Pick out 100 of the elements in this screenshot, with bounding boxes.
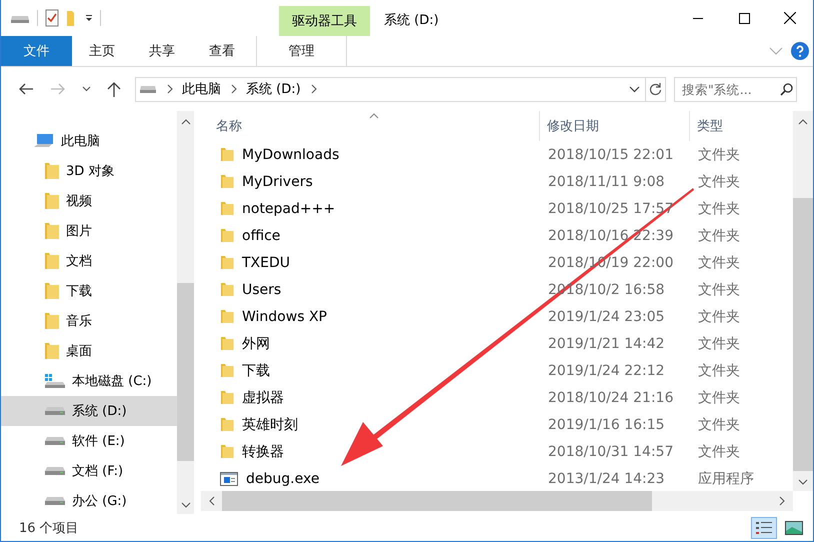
windows-drive-icon xyxy=(44,373,66,389)
ribbon-tab[interactable]: 文件 xyxy=(1,36,72,66)
modified-date: 2019/1/21 14:42 xyxy=(547,336,666,352)
sidebar-item[interactable]: 音乐 xyxy=(1,306,177,336)
file-name[interactable]: notepad+++ xyxy=(242,200,336,216)
file-name[interactable]: 外网 xyxy=(242,334,270,352)
scrollbar[interactable] xyxy=(793,111,813,491)
sidebar-item[interactable]: 办公 (G:) xyxy=(1,486,177,516)
file-name[interactable]: office xyxy=(242,228,280,244)
chevron-icon[interactable] xyxy=(167,84,173,94)
refresh-icon[interactable] xyxy=(649,82,662,96)
breadcrumb[interactable]: 此电脑 xyxy=(182,80,221,98)
back-icon[interactable] xyxy=(18,83,34,95)
folder-icon xyxy=(220,417,234,432)
file-type: 文件夹 xyxy=(697,416,740,434)
properties-icon[interactable] xyxy=(45,9,59,27)
folder-icon xyxy=(220,363,234,378)
scroll-thumb[interactable] xyxy=(177,283,194,461)
ribbon-tab[interactable]: 管理 xyxy=(256,36,347,66)
drive-icon xyxy=(44,406,66,416)
folder-icon xyxy=(44,252,60,270)
sidebar-item[interactable]: 文档 xyxy=(1,246,177,276)
file-name[interactable]: 虚拟器 xyxy=(242,388,284,406)
sidebar-item[interactable]: 图片 xyxy=(1,216,177,246)
sidebar-item[interactable]: 软件 (E:) xyxy=(1,426,177,456)
search-icon xyxy=(780,82,793,96)
modified-date: 2019/1/24 23:05 xyxy=(547,308,666,324)
ribbon-tab[interactable]: 共享 xyxy=(132,36,192,66)
scroll-right-icon[interactable] xyxy=(779,496,785,506)
scroll-thumb[interactable] xyxy=(222,491,652,511)
sidebar-label: 办公 (G:) xyxy=(72,493,127,510)
folder-icon xyxy=(44,162,60,180)
folder-icon xyxy=(44,312,60,330)
scroll-down-icon[interactable] xyxy=(180,502,190,508)
ribbon-tab[interactable]: 查看 xyxy=(192,36,252,66)
up-icon[interactable] xyxy=(107,81,121,97)
sidebar-label: 系统 (D:) xyxy=(72,403,127,420)
folder-icon xyxy=(44,342,60,360)
horizontal-scrollbar[interactable] xyxy=(201,491,793,511)
folder-icon xyxy=(220,282,234,297)
file-name[interactable]: 英雄时刻 xyxy=(242,416,298,434)
sidebar-item[interactable]: 视频 xyxy=(1,186,177,216)
sidebar-item[interactable]: 3D 对象 xyxy=(1,156,177,186)
file-type: 文件夹 xyxy=(697,254,740,272)
folder-icon xyxy=(220,309,234,324)
modified-date: 2018/10/16 22:39 xyxy=(547,228,674,244)
ribbon-tab[interactable]: 主页 xyxy=(72,36,132,66)
details-view-button[interactable] xyxy=(751,516,777,538)
dropdown-icon[interactable] xyxy=(629,86,640,92)
scroll-up-icon[interactable] xyxy=(180,119,190,125)
folder-icon xyxy=(220,174,234,189)
scroll-down-icon[interactable] xyxy=(798,479,808,485)
chevron-icon[interactable] xyxy=(231,84,237,94)
file-name[interactable]: MyDrivers xyxy=(242,174,313,190)
search-box[interactable]: 搜索"系统... xyxy=(674,76,797,102)
file-name[interactable]: MyDownloads xyxy=(242,146,340,162)
file-name[interactable]: debug.exe xyxy=(246,470,320,486)
file-name[interactable]: TXEDU xyxy=(242,254,290,270)
folder-icon xyxy=(220,201,234,216)
recent-locations-icon[interactable] xyxy=(82,86,91,92)
file-name[interactable]: 转换器 xyxy=(242,442,284,460)
modified-date: 2019/1/24 22:12 xyxy=(547,362,666,378)
search-field[interactable]: 搜索"系统... xyxy=(675,80,780,98)
address-bar[interactable]: 此电脑 系统 (D:) xyxy=(135,76,666,102)
drive-icon xyxy=(44,466,66,476)
sidebar-label: 桌面 xyxy=(66,343,92,360)
context-tab-group: 驱动器工具 xyxy=(279,6,370,36)
folder-icon xyxy=(44,222,60,240)
file-type: 文件夹 xyxy=(697,200,740,218)
modified-date: 2018/10/31 14:57 xyxy=(547,444,674,460)
file-name[interactable]: Users xyxy=(242,282,282,298)
file-name[interactable]: Windows XP xyxy=(242,308,327,324)
column-header[interactable]: 名称 xyxy=(201,111,540,141)
sidebar-item[interactable]: 下载 xyxy=(1,276,177,306)
sidebar-item[interactable]: 本地磁盘 (C:) xyxy=(1,366,177,396)
scroll-thumb[interactable] xyxy=(793,198,813,471)
sidebar-item[interactable]: 系统 (D:) xyxy=(1,396,177,426)
sidebar-item[interactable]: 桌面 xyxy=(1,336,177,366)
breadcrumb[interactable]: 系统 (D:) xyxy=(246,80,301,98)
application-icon xyxy=(220,472,238,486)
drive-icon xyxy=(44,496,66,506)
maximize-icon xyxy=(738,12,750,24)
scroll-up-icon[interactable] xyxy=(798,119,808,125)
sidebar-label: 文档 (F:) xyxy=(72,463,124,480)
sidebar-item[interactable]: 此电脑 xyxy=(1,126,177,156)
dropdown-icon[interactable] xyxy=(85,14,93,22)
sidebar-label: 视频 xyxy=(66,193,92,210)
file-name[interactable]: 下载 xyxy=(242,362,270,380)
sidebar-item[interactable]: 文档 (F:) xyxy=(1,456,177,486)
chevron-icon[interactable] xyxy=(310,84,317,94)
column-header[interactable]: 类型 xyxy=(690,111,723,141)
details-view-icon xyxy=(755,520,773,536)
window-title: 系统 (D:) xyxy=(383,12,440,30)
scrollbar[interactable] xyxy=(177,111,194,514)
scroll-left-icon[interactable] xyxy=(209,496,215,506)
file-type: 文件夹 xyxy=(697,172,740,190)
column-header[interactable]: 修改日期 xyxy=(540,111,690,141)
folder-icon xyxy=(220,390,234,405)
folder-icon xyxy=(220,255,234,270)
help-icon[interactable] xyxy=(791,42,809,60)
